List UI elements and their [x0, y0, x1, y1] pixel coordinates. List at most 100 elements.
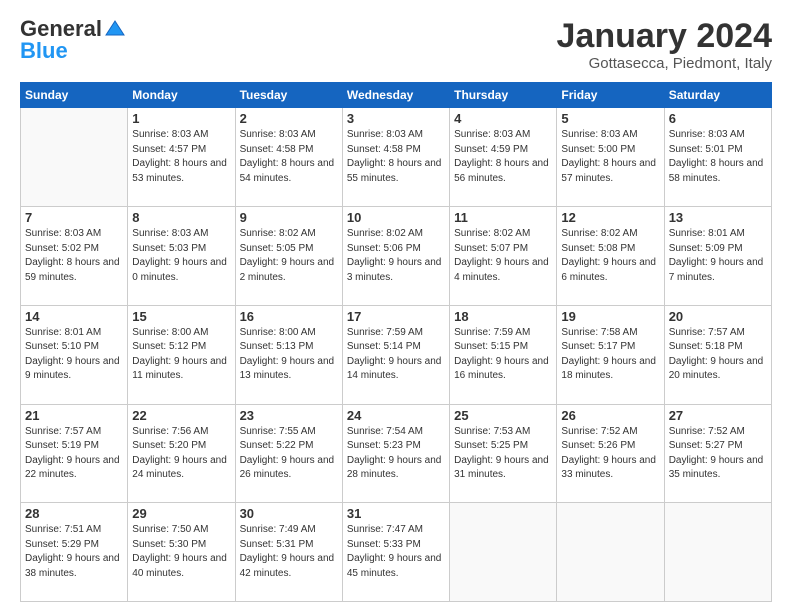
- day-number: 10: [347, 210, 445, 225]
- calendar-cell: 26 Sunrise: 7:52 AMSunset: 5:26 PMDayligh…: [557, 404, 664, 503]
- day-number: 21: [25, 408, 123, 423]
- day-info: Sunrise: 8:03 AMSunset: 5:02 PMDaylight:…: [25, 227, 123, 285]
- day-info: Sunrise: 7:52 AMSunset: 5:27 PMDaylight:…: [669, 425, 767, 483]
- page: General Blue January 2024 Gottasecca, Pi…: [0, 0, 792, 612]
- day-info: Sunrise: 7:51 AMSunset: 5:29 PMDaylight:…: [25, 523, 123, 581]
- day-number: 9: [240, 210, 338, 225]
- calendar-cell: 29 Sunrise: 7:50 AMSunset: 5:30 PMDayligh…: [128, 503, 235, 602]
- calendar-cell: 4Sunrise: 8:03 AMSunset: 4:59 PMDaylight…: [450, 108, 557, 207]
- day-info: Sunrise: 8:00 AMSunset: 5:13 PMDaylight:…: [240, 326, 338, 384]
- calendar-week-row: 14 Sunrise: 8:01 AMSunset: 5:10 PMDayligh…: [21, 305, 772, 404]
- day-info: Sunrise: 8:02 AMSunset: 5:06 PMDaylight:…: [347, 227, 445, 285]
- logo-icon: [104, 19, 126, 37]
- day-number: 4: [454, 111, 552, 126]
- day-number: 8: [132, 210, 230, 225]
- col-header-friday: Friday: [557, 83, 664, 108]
- calendar-cell: 13Sunrise: 8:01 AMSunset: 5:09 PMDayligh…: [664, 207, 771, 306]
- logo-general: General: [20, 18, 102, 40]
- calendar-cell: 1Sunrise: 8:03 AMSunset: 4:57 PMDaylight…: [128, 108, 235, 207]
- day-number: 20: [669, 309, 767, 324]
- day-info: Sunrise: 7:54 AMSunset: 5:23 PMDaylight:…: [347, 425, 445, 483]
- day-info: Sunrise: 8:03 AMSunset: 4:58 PMDaylight:…: [347, 128, 445, 186]
- calendar-cell: 16 Sunrise: 8:00 AMSunset: 5:13 PMDayligh…: [235, 305, 342, 404]
- day-info: Sunrise: 8:03 AMSunset: 4:58 PMDaylight:…: [240, 128, 338, 186]
- calendar-week-row: 7Sunrise: 8:03 AMSunset: 5:02 PMDaylight…: [21, 207, 772, 306]
- day-info: Sunrise: 7:56 AMSunset: 5:20 PMDaylight:…: [132, 425, 230, 483]
- day-info: Sunrise: 7:57 AMSunset: 5:19 PMDaylight:…: [25, 425, 123, 483]
- day-info: Sunrise: 8:03 AMSunset: 5:01 PMDaylight:…: [669, 128, 767, 186]
- day-number: 11: [454, 210, 552, 225]
- day-number: 6: [669, 111, 767, 126]
- day-info: Sunrise: 7:55 AMSunset: 5:22 PMDaylight:…: [240, 425, 338, 483]
- calendar-week-row: 1Sunrise: 8:03 AMSunset: 4:57 PMDaylight…: [21, 108, 772, 207]
- calendar-cell: 6 Sunrise: 8:03 AMSunset: 5:01 PMDaylight…: [664, 108, 771, 207]
- day-number: 13: [669, 210, 767, 225]
- day-number: 18: [454, 309, 552, 324]
- header: General Blue January 2024 Gottasecca, Pi…: [20, 18, 772, 72]
- day-number: 30: [240, 506, 338, 521]
- day-number: 19: [561, 309, 659, 324]
- calendar-cell: 8 Sunrise: 8:03 AMSunset: 5:03 PMDaylight…: [128, 207, 235, 306]
- day-number: 14: [25, 309, 123, 324]
- day-info: Sunrise: 8:01 AMSunset: 5:10 PMDaylight:…: [25, 326, 123, 384]
- calendar-week-row: 21 Sunrise: 7:57 AMSunset: 5:19 PMDayligh…: [21, 404, 772, 503]
- calendar-cell: [450, 503, 557, 602]
- day-info: Sunrise: 7:50 AMSunset: 5:30 PMDaylight:…: [132, 523, 230, 581]
- calendar-cell: 19 Sunrise: 7:58 AMSunset: 5:17 PMDayligh…: [557, 305, 664, 404]
- day-number: 25: [454, 408, 552, 423]
- calendar-cell: [557, 503, 664, 602]
- day-number: 26: [561, 408, 659, 423]
- calendar-cell: 21 Sunrise: 7:57 AMSunset: 5:19 PMDayligh…: [21, 404, 128, 503]
- calendar-cell: 23 Sunrise: 7:55 AMSunset: 5:22 PMDayligh…: [235, 404, 342, 503]
- day-info: Sunrise: 8:02 AMSunset: 5:07 PMDaylight:…: [454, 227, 552, 285]
- calendar-cell: 28 Sunrise: 7:51 AMSunset: 5:29 PMDayligh…: [21, 503, 128, 602]
- day-info: Sunrise: 7:47 AMSunset: 5:33 PMDaylight:…: [347, 523, 445, 581]
- day-number: 24: [347, 408, 445, 423]
- calendar-header-row: SundayMondayTuesdayWednesdayThursdayFrid…: [21, 83, 772, 108]
- day-info: Sunrise: 7:57 AMSunset: 5:18 PMDaylight:…: [669, 326, 767, 384]
- calendar-cell: [21, 108, 128, 207]
- day-info: Sunrise: 7:52 AMSunset: 5:26 PMDaylight:…: [561, 425, 659, 483]
- logo: General Blue: [20, 18, 126, 62]
- day-info: Sunrise: 8:02 AMSunset: 5:05 PMDaylight:…: [240, 227, 338, 285]
- calendar-cell: 5 Sunrise: 8:03 AMSunset: 5:00 PMDaylight…: [557, 108, 664, 207]
- col-header-wednesday: Wednesday: [342, 83, 449, 108]
- day-info: Sunrise: 7:58 AMSunset: 5:17 PMDaylight:…: [561, 326, 659, 384]
- day-number: 28: [25, 506, 123, 521]
- day-info: Sunrise: 7:53 AMSunset: 5:25 PMDaylight:…: [454, 425, 552, 483]
- day-info: Sunrise: 8:03 AMSunset: 5:00 PMDaylight:…: [561, 128, 659, 186]
- day-number: 27: [669, 408, 767, 423]
- day-number: 5: [561, 111, 659, 126]
- day-number: 2: [240, 111, 338, 126]
- calendar-table: SundayMondayTuesdayWednesdayThursdayFrid…: [20, 82, 772, 602]
- month-title: January 2024: [557, 18, 773, 55]
- day-number: 3: [347, 111, 445, 126]
- title-block: January 2024 Gottasecca, Piedmont, Italy: [557, 18, 773, 72]
- calendar-cell: 25 Sunrise: 7:53 AMSunset: 5:25 PMDayligh…: [450, 404, 557, 503]
- calendar-cell: 7Sunrise: 8:03 AMSunset: 5:02 PMDaylight…: [21, 207, 128, 306]
- col-header-saturday: Saturday: [664, 83, 771, 108]
- calendar-week-row: 28 Sunrise: 7:51 AMSunset: 5:29 PMDayligh…: [21, 503, 772, 602]
- calendar-cell: 17Sunrise: 7:59 AMSunset: 5:14 PMDayligh…: [342, 305, 449, 404]
- day-number: 17: [347, 309, 445, 324]
- calendar-cell: 10 Sunrise: 8:02 AMSunset: 5:06 PMDayligh…: [342, 207, 449, 306]
- day-number: 22: [132, 408, 230, 423]
- day-number: 16: [240, 309, 338, 324]
- day-number: 1: [132, 111, 230, 126]
- calendar-cell: 27 Sunrise: 7:52 AMSunset: 5:27 PMDayligh…: [664, 404, 771, 503]
- col-header-monday: Monday: [128, 83, 235, 108]
- day-info: Sunrise: 8:03 AMSunset: 5:03 PMDaylight:…: [132, 227, 230, 285]
- calendar-cell: 30 Sunrise: 7:49 AMSunset: 5:31 PMDayligh…: [235, 503, 342, 602]
- calendar-cell: 22 Sunrise: 7:56 AMSunset: 5:20 PMDayligh…: [128, 404, 235, 503]
- logo-blue: Blue: [20, 40, 126, 62]
- location: Gottasecca, Piedmont, Italy: [557, 55, 773, 72]
- day-number: 29: [132, 506, 230, 521]
- day-number: 15: [132, 309, 230, 324]
- day-info: Sunrise: 8:02 AMSunset: 5:08 PMDaylight:…: [561, 227, 659, 285]
- calendar-cell: [664, 503, 771, 602]
- col-header-sunday: Sunday: [21, 83, 128, 108]
- col-header-tuesday: Tuesday: [235, 83, 342, 108]
- day-info: Sunrise: 7:49 AMSunset: 5:31 PMDaylight:…: [240, 523, 338, 581]
- day-number: 23: [240, 408, 338, 423]
- calendar-cell: 14 Sunrise: 8:01 AMSunset: 5:10 PMDayligh…: [21, 305, 128, 404]
